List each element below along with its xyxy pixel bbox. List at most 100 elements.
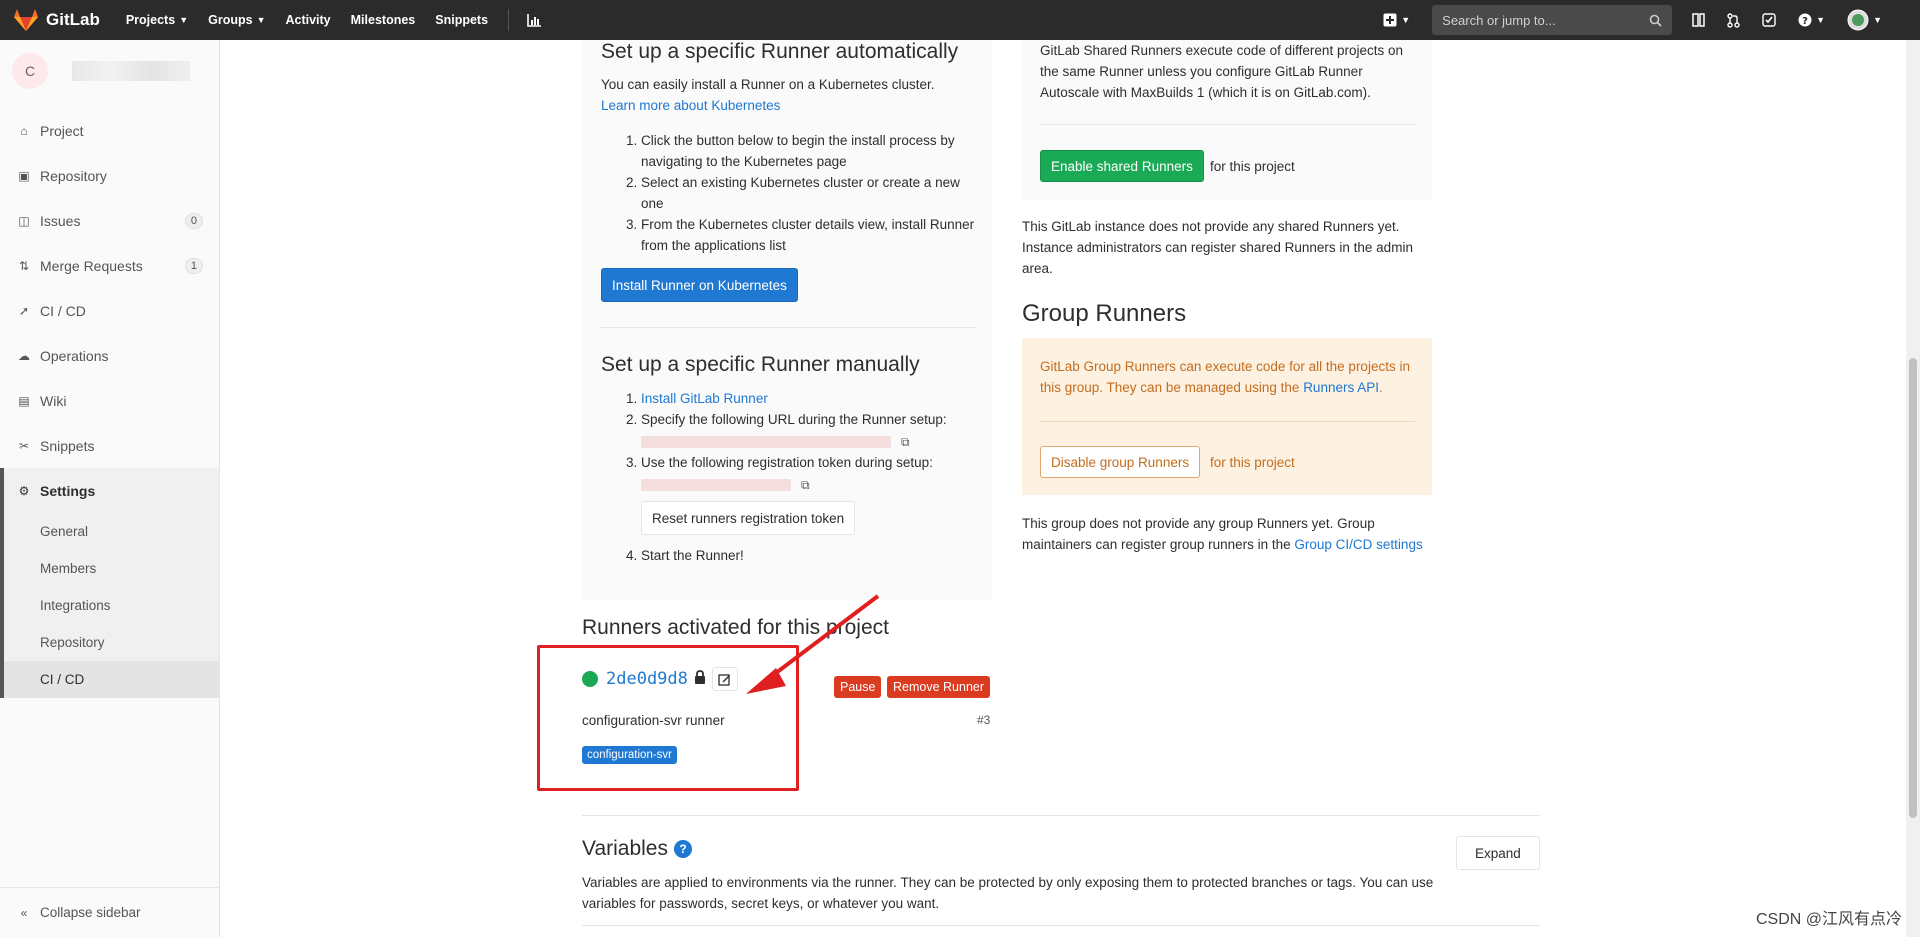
- scrollbar-thumb[interactable]: [1909, 358, 1917, 818]
- sidebar-subitem-repository[interactable]: Repository: [4, 624, 219, 661]
- sidebar-item-label: Operations: [40, 347, 109, 364]
- nav-groups-label: Groups: [208, 13, 253, 27]
- csdn-watermark: CSDN @江风有点冷: [1755, 911, 1902, 928]
- variables-top-divider: [582, 815, 1540, 816]
- nav-snippets[interactable]: Snippets: [435, 9, 488, 31]
- sidebar-item-snippets[interactable]: ✂ Snippets: [0, 423, 219, 468]
- remove-runner-button[interactable]: Remove Runner: [887, 676, 991, 698]
- variables-title: Variables: [582, 837, 668, 860]
- sidebar-item-label: Settings: [40, 482, 96, 499]
- project-sidebar: C ⌂ Project ▣ Repository ◫ Issues 0 ⇅ Merge R…: [0, 40, 220, 937]
- page-scrollbar[interactable]: [1906, 40, 1920, 937]
- merge-request-icon: ⇅: [18, 258, 30, 273]
- manual-runner-title: Set up a specific Runner manually: [601, 353, 920, 376]
- shared-runners-info: GitLab Shared Runners execute code of di…: [1040, 43, 1403, 100]
- project-name-redacted: [72, 61, 190, 81]
- sidebar-subitem-integrations[interactable]: Integrations: [4, 587, 219, 624]
- plus-square-icon[interactable]: ▼: [1383, 13, 1410, 27]
- sidebar-item-wiki[interactable]: ▤ Wiki: [0, 378, 219, 423]
- merge-requests-count-badge: 1: [184, 257, 203, 274]
- sidebar-item-label: Merge Requests: [40, 257, 143, 274]
- search-placeholder: Search or jump to...: [1442, 12, 1556, 28]
- shared-for-project-label: for this project: [1210, 159, 1295, 174]
- gitlab-tanuki-icon: [14, 9, 38, 31]
- group-ci-cd-settings-link[interactable]: Group CI/CD settings: [1294, 537, 1422, 552]
- learn-kubernetes-link[interactable]: Learn more about Kubernetes: [601, 95, 780, 116]
- wiki-icon: ▤: [18, 393, 30, 408]
- auto-step-2: Select an existing Kubernetes cluster or…: [641, 172, 981, 214]
- chart-icon[interactable]: [527, 9, 542, 31]
- group-divider: [1040, 421, 1415, 422]
- search-input[interactable]: Search or jump to...: [1432, 5, 1673, 35]
- variables-expand-button[interactable]: Expand: [1456, 836, 1540, 870]
- help-icon[interactable]: ? ▼: [1798, 13, 1825, 27]
- no-shared-runners-text: This GitLab instance does not provide an…: [1022, 219, 1413, 276]
- todo-check-icon[interactable]: [1762, 13, 1776, 27]
- sidebar-item-issues[interactable]: ◫ Issues 0: [0, 198, 219, 243]
- manual-runner-steps: Install GitLab Runner Specify the follow…: [601, 388, 981, 566]
- sidebar-item-project[interactable]: ⌂ Project: [0, 108, 219, 153]
- chevron-down-icon: ▼: [179, 15, 189, 25]
- user-avatar-icon[interactable]: ▼: [1847, 9, 1882, 31]
- sidebar-item-ci-cd[interactable]: ➚ CI / CD: [0, 288, 219, 333]
- sidebar-item-operations[interactable]: ☁ Operations: [0, 333, 219, 378]
- auto-step-3: From the Kubernetes cluster details view…: [641, 214, 981, 256]
- disable-group-runners-button[interactable]: Disable group Runners: [1040, 446, 1201, 478]
- sidebar-item-label: Project: [40, 122, 84, 139]
- group-runners-info: GitLab Group Runners can execute code fo…: [1040, 356, 1420, 398]
- reset-registration-token-button[interactable]: Reset runners registration token: [641, 501, 856, 535]
- top-navbar: GitLab Projects ▼ Groups ▼ Activity Milest…: [0, 0, 1920, 40]
- runners-api-link[interactable]: Runners API: [1303, 380, 1379, 395]
- main-content: Set up a specific Runner automatically Y…: [220, 40, 1900, 937]
- collapse-sidebar-label: Collapse sidebar: [40, 905, 141, 920]
- gear-icon: ⚙: [18, 483, 30, 498]
- shared-divider: [1040, 124, 1415, 125]
- nav-groups[interactable]: Groups ▼: [208, 9, 265, 31]
- issues-count-badge: 0: [184, 212, 203, 229]
- sidebar-item-label: Wiki: [40, 392, 67, 409]
- brand-name: GitLab: [46, 10, 100, 29]
- sidebar-item-merge-requests[interactable]: ⇅ Merge Requests 1: [0, 243, 219, 288]
- sidebar-item-settings[interactable]: ⚙ Settings: [4, 468, 219, 513]
- cloud-gear-icon: ☁: [18, 348, 30, 363]
- manual-step-3: Use the following registration token dur…: [641, 452, 981, 545]
- collapse-sidebar-button[interactable]: « Collapse sidebar: [0, 887, 220, 937]
- install-runner-kubernetes-button[interactable]: Install Runner on Kubernetes: [601, 268, 798, 302]
- variables-header: Variables ?: [582, 837, 692, 861]
- nav-divider: [508, 9, 510, 31]
- sidebar-item-label: Issues: [40, 212, 81, 229]
- sidebar-item-repository[interactable]: ▣ Repository: [0, 153, 219, 198]
- sidebar-item-label: CI / CD: [40, 302, 86, 319]
- install-gitlab-runner-link[interactable]: Install GitLab Runner: [641, 391, 768, 406]
- sidebar-subitem-ci-cd[interactable]: CI / CD: [4, 661, 219, 698]
- home-icon: ⌂: [20, 123, 28, 138]
- enable-shared-runners-button[interactable]: Enable shared Runners: [1040, 150, 1204, 182]
- group-runners-title: Group Runners: [1022, 300, 1187, 327]
- merge-request-icon[interactable]: [1727, 12, 1740, 28]
- no-group-runners-text: This group does not provide any group Ru…: [1022, 513, 1432, 555]
- project-header[interactable]: C: [0, 40, 219, 102]
- nav-activity[interactable]: Activity: [285, 9, 330, 31]
- question-circle-icon[interactable]: ?: [674, 840, 692, 858]
- sidebar-subitem-members[interactable]: Members: [4, 550, 219, 587]
- sidebar-subitem-general[interactable]: General: [4, 513, 219, 550]
- chevron-down-icon: ▼: [256, 15, 266, 25]
- svg-text:?: ?: [1802, 16, 1808, 27]
- scissors-icon: ✂: [18, 438, 30, 453]
- group-for-project-label: for this project: [1210, 455, 1295, 470]
- sidebar-toggle-icon[interactable]: [1692, 13, 1705, 27]
- nav-projects-label: Projects: [125, 13, 176, 27]
- manual-step-2-text: Specify the following URL during the Run…: [641, 412, 947, 427]
- nav-milestones[interactable]: Milestones: [351, 9, 416, 31]
- auto-runner-steps: Click the button below to begin the inst…: [601, 130, 981, 256]
- group-runners-info-suffix: .: [1378, 380, 1383, 395]
- manual-step-2: Specify the following URL during the Run…: [641, 409, 981, 452]
- issues-icon: ◫: [18, 213, 30, 228]
- nav-projects[interactable]: Projects ▼: [126, 9, 188, 31]
- variables-description: Variables are applied to environments vi…: [582, 875, 1434, 911]
- sidebar-item-label: Repository: [40, 167, 107, 184]
- copy-url-icon[interactable]: ⧉: [901, 432, 910, 453]
- registration-token-redacted: [641, 479, 791, 491]
- copy-token-icon[interactable]: ⧉: [801, 475, 810, 496]
- gitlab-logo[interactable]: GitLab: [14, 9, 100, 31]
